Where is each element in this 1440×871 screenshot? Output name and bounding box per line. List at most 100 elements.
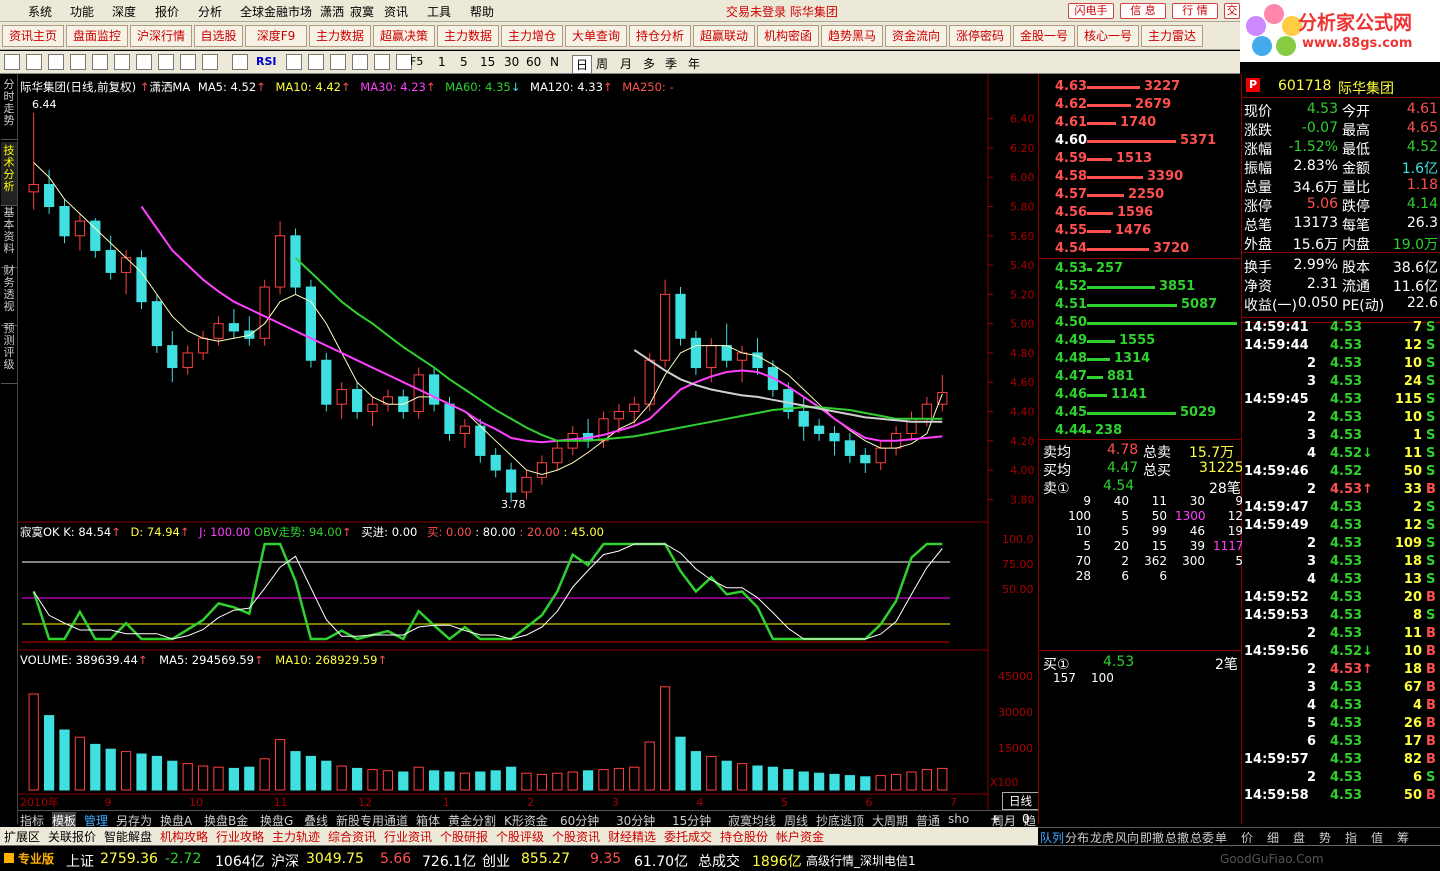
menu-global-market[interactable]: 全球金融市场 xyxy=(240,3,312,20)
right-tab-5[interactable]: 总撤 xyxy=(1165,829,1189,846)
toolbar-button-3[interactable]: 自选股 xyxy=(194,25,243,47)
right-tab-3[interactable]: 风向 xyxy=(1115,829,1139,846)
toolbar-button-5[interactable]: 主力数据 xyxy=(309,25,371,47)
menu-jimo[interactable]: 寂寞 xyxy=(350,3,374,20)
rsi-button[interactable]: RSI xyxy=(256,55,277,68)
right-tab-14[interactable]: 筹 xyxy=(1397,829,1409,846)
trade-button[interactable]: 交 xyxy=(1224,3,1240,19)
right-tab-9[interactable]: 细 xyxy=(1267,829,1279,846)
toolbar-button-13[interactable]: 趋势黑马 xyxy=(821,25,883,47)
ext-tab-1[interactable]: 关联报价 xyxy=(48,828,96,845)
ext-tab-7[interactable]: 行业资讯 xyxy=(384,828,432,845)
period-15min[interactable]: 15 xyxy=(480,55,495,69)
toolbar-button-0[interactable]: 资讯主页 xyxy=(2,25,64,47)
menu-analysis[interactable]: 分析 xyxy=(198,3,222,20)
period-1min[interactable]: 1 xyxy=(438,55,446,69)
ext-tab-3[interactable]: 机构攻略 xyxy=(160,828,208,845)
kline-icon[interactable] xyxy=(180,54,196,70)
tab-intraday[interactable]: 分时走势 xyxy=(1,76,17,140)
function-icon[interactable] xyxy=(136,54,152,70)
table-icon[interactable] xyxy=(26,54,42,70)
market-button[interactable]: 行 情 xyxy=(1172,3,1218,19)
right-tab-10[interactable]: 盘 xyxy=(1293,829,1305,846)
compare-icon[interactable] xyxy=(70,54,86,70)
period-multi[interactable]: 多 xyxy=(643,55,655,72)
menu-quote[interactable]: 报价 xyxy=(155,3,179,20)
template-nav-2[interactable]: 0 xyxy=(1022,812,1030,826)
move-icon[interactable] xyxy=(330,54,346,70)
toolbar-button-9[interactable]: 大单查询 xyxy=(565,25,627,47)
period-5min[interactable]: 5 xyxy=(460,55,468,69)
right-tab-11[interactable]: 势 xyxy=(1319,829,1331,846)
ext-tab-4[interactable]: 行业攻略 xyxy=(216,828,264,845)
zoom-in-icon[interactable] xyxy=(286,54,302,70)
template-nav-1[interactable]: - xyxy=(1006,812,1010,826)
right-tab-12[interactable]: 指 xyxy=(1345,829,1357,846)
right-tab-4[interactable]: 即撤 xyxy=(1140,829,1164,846)
period-year[interactable]: 年 xyxy=(688,55,700,72)
toolbar-button-2[interactable]: 沪深行情 xyxy=(130,25,192,47)
toolbar-button-10[interactable]: 持仓分析 xyxy=(629,25,691,47)
tab-fundamentals[interactable]: 基本资料 xyxy=(1,204,17,268)
menu-news[interactable]: 资讯 xyxy=(384,3,408,20)
scale-icon[interactable] xyxy=(114,54,130,70)
right-tab-1[interactable]: 分布 xyxy=(1065,829,1089,846)
right-tab-13[interactable]: 值 xyxy=(1371,829,1383,846)
right-tab-0[interactable]: 队列 xyxy=(1040,829,1064,846)
period-30min[interactable]: 30 xyxy=(504,55,519,69)
toolbar-button-15[interactable]: 涨停密码 xyxy=(949,25,1011,47)
ext-tab-0[interactable]: 扩展区 xyxy=(4,828,40,845)
ext-tab-14[interactable]: 帐户资金 xyxy=(776,828,824,845)
tab-financials[interactable]: 财务透视 xyxy=(1,262,17,326)
toolbar-button-14[interactable]: 资金流向 xyxy=(885,25,947,47)
period-month[interactable]: 月 xyxy=(620,55,632,72)
ext-tab-2[interactable]: 智能解盘 xyxy=(104,828,152,845)
expand-icon[interactable] xyxy=(352,54,368,70)
period-day[interactable]: 日 xyxy=(572,55,593,74)
menu-xiaosa[interactable]: 潇洒 xyxy=(320,3,344,20)
tab-forecast[interactable]: 预测评级 xyxy=(1,320,17,384)
toolbar-button-11[interactable]: 超赢联动 xyxy=(693,25,755,47)
bars-icon[interactable] xyxy=(202,54,218,70)
ext-tab-12[interactable]: 委托成交 xyxy=(664,828,712,845)
flash-trade-button[interactable]: 闪电手 xyxy=(1068,3,1114,19)
fiz-icon[interactable] xyxy=(158,54,174,70)
toolbar-button-1[interactable]: 盘面监控 xyxy=(66,25,128,47)
toolbar-button-18[interactable]: 主力雷达 xyxy=(1141,25,1203,47)
menu-help[interactable]: 帮助 xyxy=(470,3,494,20)
select-icon[interactable] xyxy=(374,54,390,70)
toolbar-button-8[interactable]: 主力增仓 xyxy=(501,25,563,47)
ext-tab-5[interactable]: 主力轨迹 xyxy=(272,828,320,845)
template-nav-0[interactable]: + xyxy=(990,812,1000,826)
ext-tab-13[interactable]: 持仓股份 xyxy=(720,828,768,845)
toolbar-button-12[interactable]: 机构密函 xyxy=(757,25,819,47)
period-season[interactable]: 季 xyxy=(665,55,677,72)
toolbar-button-7[interactable]: 主力数据 xyxy=(437,25,499,47)
line-chart-icon[interactable] xyxy=(232,54,248,70)
tab-technical[interactable]: 技术分析 xyxy=(1,142,17,206)
info-button[interactable]: 信 息 xyxy=(1120,3,1166,19)
f5-button[interactable]: F5 xyxy=(410,55,423,68)
ext-tab-9[interactable]: 个股评级 xyxy=(496,828,544,845)
period-n[interactable]: N xyxy=(550,55,559,69)
period-60min[interactable]: 60 xyxy=(526,55,541,69)
menu-system[interactable]: 系统 xyxy=(28,3,52,20)
draw-icon[interactable] xyxy=(92,54,108,70)
menu-depth[interactable]: 深度 xyxy=(112,3,136,20)
toolbar-button-4[interactable]: 深度F9 xyxy=(245,25,307,47)
menu-function[interactable]: 功能 xyxy=(70,3,94,20)
ext-tab-11[interactable]: 财经精选 xyxy=(608,828,656,845)
toolbar-button-6[interactable]: 超赢决策 xyxy=(373,25,435,47)
toolbar-button-17[interactable]: 核心一号 xyxy=(1077,25,1139,47)
zoom-out-icon[interactable] xyxy=(308,54,324,70)
ext-tab-6[interactable]: 综合资讯 xyxy=(328,828,376,845)
right-tab-2[interactable]: 龙虎 xyxy=(1090,829,1114,846)
period-week[interactable]: 周 xyxy=(596,55,608,72)
right-tab-8[interactable]: 价 xyxy=(1241,829,1253,846)
right-tab-6[interactable]: 总委 xyxy=(1190,829,1214,846)
chart-panel[interactable]: 际华集团(日线,前复权) ↑潇洒MA MA5: 4.52↑ MA10: 4.42… xyxy=(18,74,1039,824)
ext-tab-10[interactable]: 个股资讯 xyxy=(552,828,600,845)
chart-icon[interactable] xyxy=(48,54,64,70)
template-tab-20[interactable]: sho xyxy=(948,812,969,826)
right-tab-7[interactable]: 单 xyxy=(1215,829,1227,846)
